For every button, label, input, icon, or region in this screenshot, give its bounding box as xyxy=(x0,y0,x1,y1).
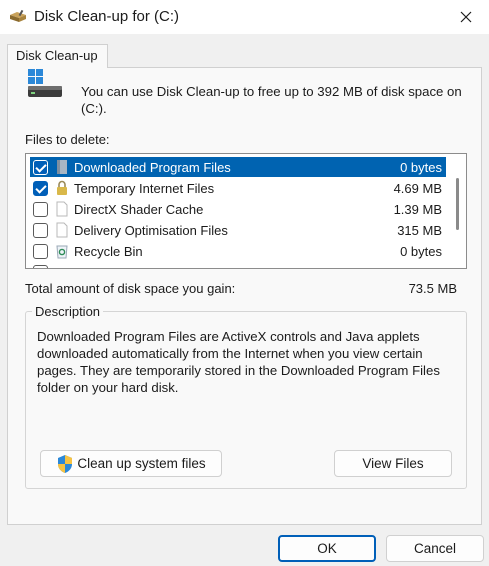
title-bar: Disk Clean-up for (C:) xyxy=(0,0,489,34)
clean-up-system-files-button[interactable]: Clean up system files xyxy=(40,450,222,477)
file-size: 0 bytes xyxy=(400,159,442,175)
checkbox[interactable] xyxy=(33,159,48,175)
checkbox[interactable] xyxy=(33,264,48,268)
file-size: 315 MB xyxy=(397,222,442,238)
cancel-button[interactable]: Cancel xyxy=(386,535,484,562)
button-label: OK xyxy=(317,541,337,556)
tab-disk-cleanup[interactable]: Disk Clean-up xyxy=(7,44,108,68)
list-item-temporary-internet-files[interactable]: Temporary Internet Files 4.69 MB xyxy=(30,178,446,198)
intro-text: You can use Disk Clean-up to free up to … xyxy=(81,84,462,116)
close-icon xyxy=(460,11,472,23)
button-label: Cancel xyxy=(413,541,457,556)
list-item-downloaded-program-files[interactable]: Downloaded Program Files 0 bytes xyxy=(30,157,446,177)
list-item-recycle-bin[interactable]: Recycle Bin 0 bytes xyxy=(30,241,446,261)
list-item-partial[interactable] xyxy=(30,262,446,268)
list-scrollbar[interactable] xyxy=(456,178,459,230)
file-name: Temporary Internet Files xyxy=(74,180,215,196)
disk-cleanup-icon xyxy=(10,9,26,22)
total-label: Total amount of disk space you gain: xyxy=(25,281,236,296)
total-value: 73.5 MB xyxy=(408,281,457,296)
drive-icon xyxy=(28,69,62,97)
shield-icon xyxy=(58,454,73,473)
checkbox[interactable] xyxy=(33,222,48,238)
close-button[interactable] xyxy=(443,0,489,34)
recycle-bin-icon xyxy=(56,245,68,259)
file-name: Delivery Optimisation Files xyxy=(74,222,228,238)
button-label: View Files xyxy=(362,456,424,471)
file-name: DirectX Shader Cache xyxy=(74,201,204,217)
ok-button[interactable]: OK xyxy=(278,535,376,562)
files-to-delete-label: Files to delete: xyxy=(25,132,110,147)
window-title: Disk Clean-up for (C:) xyxy=(34,8,180,25)
file-name: Downloaded Program Files xyxy=(74,159,231,175)
list-item-delivery-optimisation-files[interactable]: Delivery Optimisation Files 315 MB xyxy=(30,220,446,240)
button-label: Clean up system files xyxy=(77,456,206,471)
checkbox[interactable] xyxy=(33,201,48,217)
list-item-directx-shader-cache[interactable]: DirectX Shader Cache 1.39 MB xyxy=(30,199,446,219)
description-legend: Description xyxy=(32,304,104,319)
description-text: Downloaded Program Files are ActiveX con… xyxy=(37,329,440,395)
files-list[interactable]: Downloaded Program Files 0 bytes Tempora… xyxy=(25,153,467,269)
file-size: 1.39 MB xyxy=(393,201,442,217)
folder-icon xyxy=(57,160,67,174)
tab-label: Disk Clean-up xyxy=(16,48,98,63)
lock-icon xyxy=(57,180,67,195)
file-size: 4.69 MB xyxy=(393,180,442,196)
checkbox[interactable] xyxy=(33,243,48,259)
checkbox[interactable] xyxy=(33,180,48,196)
view-files-button[interactable]: View Files xyxy=(334,450,452,477)
file-name: Recycle Bin xyxy=(74,243,143,259)
file-icon xyxy=(56,222,68,238)
file-icon xyxy=(56,201,68,217)
file-size: 0 bytes xyxy=(400,243,442,259)
